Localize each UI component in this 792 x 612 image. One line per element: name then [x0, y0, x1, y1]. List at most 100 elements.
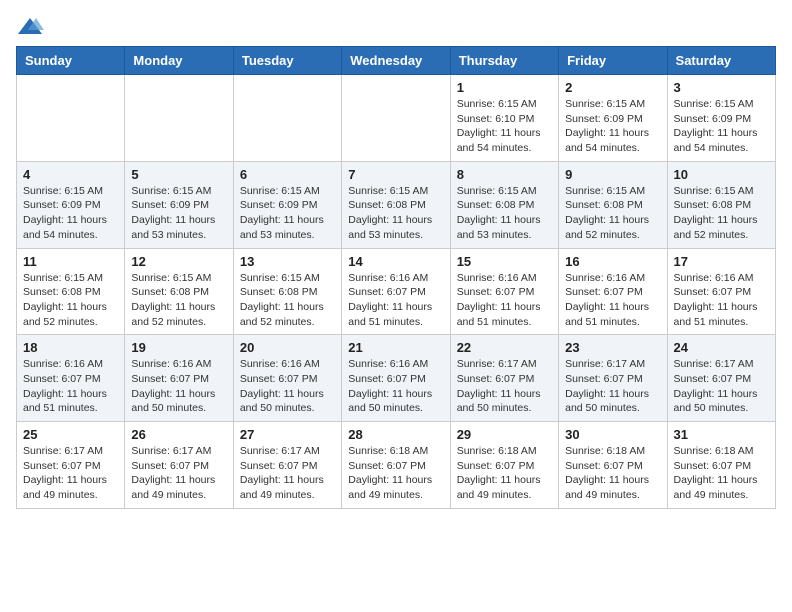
day-number: 28 [348, 427, 443, 442]
day-number: 22 [457, 340, 552, 355]
calendar-cell: 17 Sunrise: 6:16 AM Sunset: 6:07 PM Dayli… [667, 248, 775, 335]
calendar-cell: 23Sunrise: 6:17 AM Sunset: 6:07 PM Dayli… [559, 335, 667, 422]
day-number: 15 [457, 254, 552, 269]
day-number: 5 [131, 167, 226, 182]
calendar-cell: 9 Sunrise: 6:15 AM Sunset: 6:08 PM Daylig… [559, 161, 667, 248]
day-number: 25 [23, 427, 118, 442]
weekday-header-tuesday: Tuesday [233, 47, 341, 75]
calendar-week-1: 1 Sunrise: 6:15 AM Sunset: 6:10 PM Daylig… [17, 75, 776, 162]
logo-icon [16, 16, 44, 38]
calendar-cell: 2 Sunrise: 6:15 AM Sunset: 6:09 PM Daylig… [559, 75, 667, 162]
day-info: Sunrise: 6:16 AM Sunset: 6:07 PM Dayligh… [348, 271, 443, 330]
day-info: Sunrise: 6:15 AM Sunset: 6:10 PM Dayligh… [457, 97, 552, 156]
day-info: Sunrise: 6:18 AM Sunset: 6:07 PM Dayligh… [348, 444, 443, 503]
calendar-week-2: 4 Sunrise: 6:15 AM Sunset: 6:09 PM Daylig… [17, 161, 776, 248]
day-number: 18 [23, 340, 118, 355]
calendar-header-row: SundayMondayTuesdayWednesdayThursdayFrid… [17, 47, 776, 75]
calendar-cell: 7 Sunrise: 6:15 AM Sunset: 6:08 PM Daylig… [342, 161, 450, 248]
calendar-cell: 21 Sunrise: 6:16 AM Sunset: 6:07 PM Dayli… [342, 335, 450, 422]
calendar-cell: 15Sunrise: 6:16 AM Sunset: 6:07 PM Dayli… [450, 248, 558, 335]
day-number: 21 [348, 340, 443, 355]
calendar-cell: 1 Sunrise: 6:15 AM Sunset: 6:10 PM Daylig… [450, 75, 558, 162]
day-number: 3 [674, 80, 769, 95]
calendar-cell: 5 Sunrise: 6:15 AM Sunset: 6:09 PM Daylig… [125, 161, 233, 248]
day-number: 29 [457, 427, 552, 442]
weekday-header-thursday: Thursday [450, 47, 558, 75]
calendar-body: 1 Sunrise: 6:15 AM Sunset: 6:10 PM Daylig… [17, 75, 776, 509]
day-info: Sunrise: 6:15 AM Sunset: 6:09 PM Dayligh… [23, 184, 118, 243]
calendar-cell: 30Sunrise: 6:18 AM Sunset: 6:07 PM Dayli… [559, 422, 667, 509]
calendar-cell: 4 Sunrise: 6:15 AM Sunset: 6:09 PM Daylig… [17, 161, 125, 248]
day-info: Sunrise: 6:18 AM Sunset: 6:07 PM Dayligh… [674, 444, 769, 503]
day-info: Sunrise: 6:15 AM Sunset: 6:08 PM Dayligh… [240, 271, 335, 330]
day-number: 11 [23, 254, 118, 269]
calendar-cell [233, 75, 341, 162]
day-number: 27 [240, 427, 335, 442]
calendar-cell: 6Sunrise: 6:15 AM Sunset: 6:09 PM Daylig… [233, 161, 341, 248]
calendar-cell [342, 75, 450, 162]
day-info: Sunrise: 6:15 AM Sunset: 6:09 PM Dayligh… [674, 97, 769, 156]
calendar-cell: 10Sunrise: 6:15 AM Sunset: 6:08 PM Dayli… [667, 161, 775, 248]
weekday-header-saturday: Saturday [667, 47, 775, 75]
day-number: 31 [674, 427, 769, 442]
day-info: Sunrise: 6:15 AM Sunset: 6:09 PM Dayligh… [131, 184, 226, 243]
day-number: 20 [240, 340, 335, 355]
calendar-cell: 16 Sunrise: 6:16 AM Sunset: 6:07 PM Dayli… [559, 248, 667, 335]
day-info: Sunrise: 6:16 AM Sunset: 6:07 PM Dayligh… [565, 271, 660, 330]
day-info: Sunrise: 6:15 AM Sunset: 6:08 PM Dayligh… [23, 271, 118, 330]
calendar-cell: 28 Sunrise: 6:18 AM Sunset: 6:07 PM Dayli… [342, 422, 450, 509]
day-info: Sunrise: 6:16 AM Sunset: 6:07 PM Dayligh… [674, 271, 769, 330]
calendar-cell: 25 Sunrise: 6:17 AM Sunset: 6:07 PM Dayli… [17, 422, 125, 509]
calendar-cell: 20 Sunrise: 6:16 AM Sunset: 6:07 PM Dayli… [233, 335, 341, 422]
day-number: 9 [565, 167, 660, 182]
day-number: 16 [565, 254, 660, 269]
calendar-cell: 13 Sunrise: 6:15 AM Sunset: 6:08 PM Dayli… [233, 248, 341, 335]
day-info: Sunrise: 6:17 AM Sunset: 6:07 PM Dayligh… [23, 444, 118, 503]
calendar-week-3: 11 Sunrise: 6:15 AM Sunset: 6:08 PM Dayli… [17, 248, 776, 335]
weekday-header-monday: Monday [125, 47, 233, 75]
day-info: Sunrise: 6:15 AM Sunset: 6:08 PM Dayligh… [131, 271, 226, 330]
day-number: 1 [457, 80, 552, 95]
day-number: 14 [348, 254, 443, 269]
calendar-cell: 8 Sunrise: 6:15 AM Sunset: 6:08 PM Daylig… [450, 161, 558, 248]
calendar-cell [125, 75, 233, 162]
weekday-header-wednesday: Wednesday [342, 47, 450, 75]
calendar-cell: 29 Sunrise: 6:18 AM Sunset: 6:07 PM Dayli… [450, 422, 558, 509]
weekday-header-sunday: Sunday [17, 47, 125, 75]
calendar-week-4: 18 Sunrise: 6:16 AM Sunset: 6:07 PM Dayli… [17, 335, 776, 422]
calendar-cell: 12Sunrise: 6:15 AM Sunset: 6:08 PM Dayli… [125, 248, 233, 335]
day-info: Sunrise: 6:15 AM Sunset: 6:08 PM Dayligh… [457, 184, 552, 243]
day-info: Sunrise: 6:15 AM Sunset: 6:09 PM Dayligh… [565, 97, 660, 156]
day-number: 26 [131, 427, 226, 442]
day-info: Sunrise: 6:18 AM Sunset: 6:07 PM Dayligh… [457, 444, 552, 503]
calendar-cell: 3 Sunrise: 6:15 AM Sunset: 6:09 PM Daylig… [667, 75, 775, 162]
day-number: 19 [131, 340, 226, 355]
calendar-cell: 19 Sunrise: 6:16 AM Sunset: 6:07 PM Dayli… [125, 335, 233, 422]
day-number: 23 [565, 340, 660, 355]
day-info: Sunrise: 6:17 AM Sunset: 6:07 PM Dayligh… [674, 357, 769, 416]
calendar-cell: 26 Sunrise: 6:17 AM Sunset: 6:07 PM Dayli… [125, 422, 233, 509]
calendar-cell: 31 Sunrise: 6:18 AM Sunset: 6:07 PM Dayli… [667, 422, 775, 509]
day-info: Sunrise: 6:15 AM Sunset: 6:08 PM Dayligh… [348, 184, 443, 243]
calendar-cell: 24 Sunrise: 6:17 AM Sunset: 6:07 PM Dayli… [667, 335, 775, 422]
calendar-week-5: 25 Sunrise: 6:17 AM Sunset: 6:07 PM Dayli… [17, 422, 776, 509]
day-number: 30 [565, 427, 660, 442]
calendar-cell: 22Sunrise: 6:17 AM Sunset: 6:07 PM Dayli… [450, 335, 558, 422]
day-number: 24 [674, 340, 769, 355]
day-info: Sunrise: 6:15 AM Sunset: 6:08 PM Dayligh… [565, 184, 660, 243]
day-info: Sunrise: 6:15 AM Sunset: 6:08 PM Dayligh… [674, 184, 769, 243]
day-number: 2 [565, 80, 660, 95]
calendar-cell: 11 Sunrise: 6:15 AM Sunset: 6:08 PM Dayli… [17, 248, 125, 335]
day-info: Sunrise: 6:16 AM Sunset: 6:07 PM Dayligh… [240, 357, 335, 416]
day-number: 8 [457, 167, 552, 182]
day-info: Sunrise: 6:15 AM Sunset: 6:09 PM Dayligh… [240, 184, 335, 243]
page-header [16, 16, 776, 38]
day-info: Sunrise: 6:17 AM Sunset: 6:07 PM Dayligh… [131, 444, 226, 503]
day-info: Sunrise: 6:16 AM Sunset: 6:07 PM Dayligh… [131, 357, 226, 416]
day-number: 17 [674, 254, 769, 269]
day-number: 13 [240, 254, 335, 269]
day-number: 7 [348, 167, 443, 182]
day-info: Sunrise: 6:16 AM Sunset: 6:07 PM Dayligh… [348, 357, 443, 416]
calendar-cell [17, 75, 125, 162]
day-number: 4 [23, 167, 118, 182]
